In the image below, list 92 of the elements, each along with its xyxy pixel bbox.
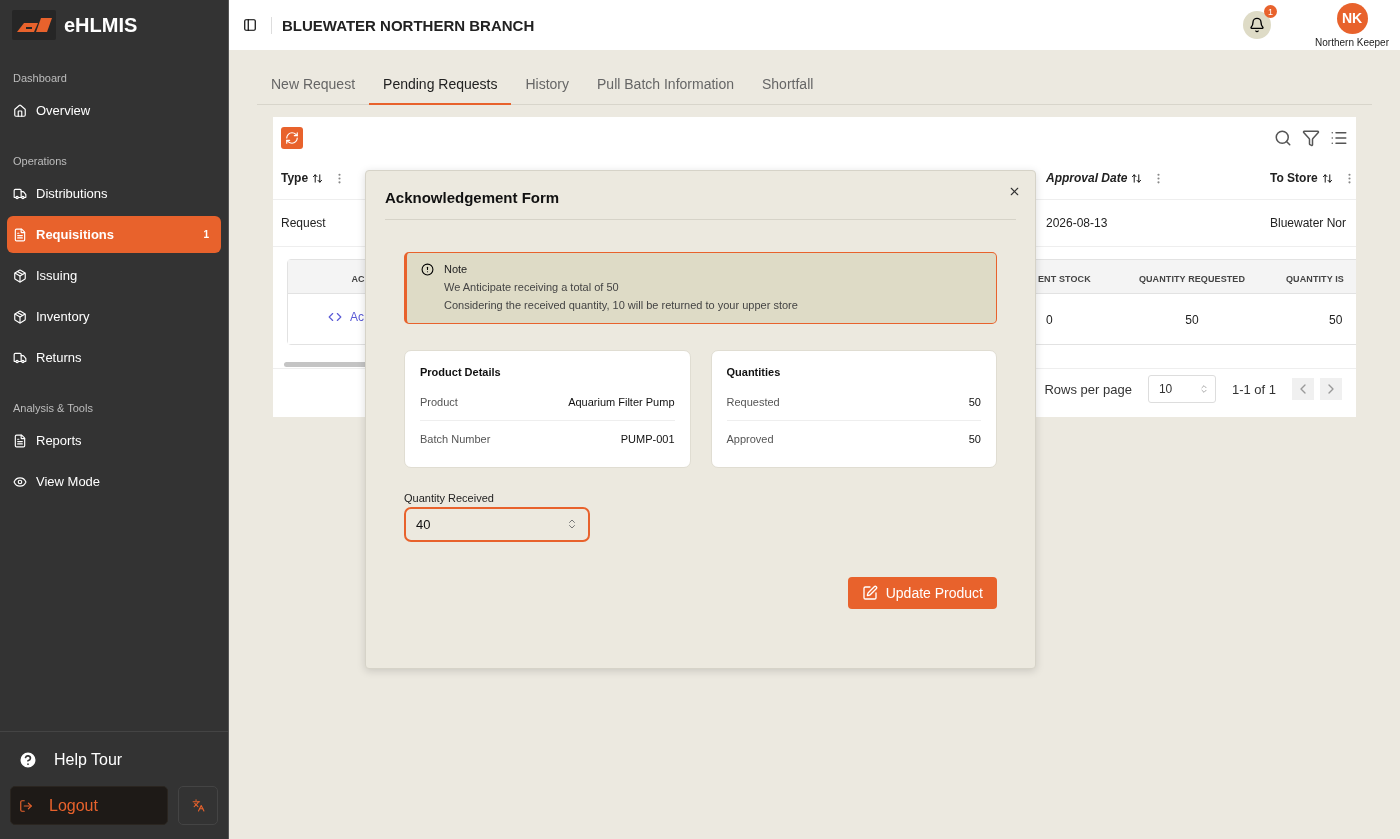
document-icon	[13, 227, 27, 242]
sidebar-item[interactable]: Issuing	[7, 257, 221, 294]
column-header: AC	[351, 273, 365, 284]
tab[interactable]: Shortfall	[748, 66, 828, 105]
note-text: We Anticipate receiving a total of 50	[444, 281, 620, 293]
table-cell: 2026-08-13	[1046, 216, 1108, 230]
truck-icon	[13, 186, 27, 201]
sidebar-toggle-icon[interactable]	[243, 18, 257, 32]
chevrons-icon	[1198, 384, 1209, 394]
column-header: ENT STOCK	[1038, 273, 1091, 284]
refresh-button[interactable]	[281, 127, 303, 149]
quantity-input[interactable]: 40	[404, 507, 590, 542]
item-label: Requisitions	[36, 227, 115, 242]
action-link[interactable]: Ac	[328, 310, 364, 324]
item-label: View Mode	[36, 474, 102, 489]
field-label: Batch Number	[420, 433, 491, 445]
notification-count: 1	[1264, 5, 1278, 18]
field-label: Product	[420, 396, 458, 408]
truck-icon	[13, 350, 27, 365]
item-label: Issuing	[36, 268, 79, 283]
section-title: Dashboard	[12, 71, 68, 86]
card-title: Quantities	[726, 366, 782, 378]
column-header: QUANTITY IS	[1286, 273, 1344, 284]
column-header[interactable]: Type	[281, 171, 309, 185]
tab[interactable]: History	[511, 66, 584, 105]
house-icon	[13, 103, 27, 118]
field-value: 50	[968, 396, 981, 408]
sidebar-item[interactable]: Returns	[7, 339, 221, 376]
table-cell: 0	[1046, 313, 1053, 327]
close-icon	[1008, 185, 1021, 198]
edit-icon	[861, 585, 878, 601]
field-value: 50	[968, 433, 981, 445]
table-cell: 50	[1185, 313, 1199, 327]
section-title: Analysis & Tools	[12, 401, 94, 416]
user-name: Northern Keeper	[1315, 36, 1389, 48]
eye-icon	[13, 474, 27, 489]
sidebar-item[interactable]: View Mode	[7, 463, 221, 500]
dialog-title: Acknowledgement Form	[385, 189, 1016, 220]
search-icon[interactable]	[1274, 129, 1292, 147]
table-cell: Request	[281, 216, 326, 230]
item-label: Returns	[36, 350, 83, 365]
sidebar-item[interactable]: Overview	[7, 92, 221, 129]
refresh-icon	[285, 131, 299, 145]
logout-icon	[19, 798, 33, 813]
sidebar-item[interactable]: Inventory	[7, 298, 221, 335]
field-label: Approved	[726, 433, 774, 445]
app-name: eHLMIS	[64, 13, 138, 37]
tab[interactable]: Pending Requests	[369, 66, 512, 105]
branch-title: BLUEWATER NORTHERN BRANCH	[271, 16, 1230, 34]
tab[interactable]: Pull Batch Information	[583, 66, 748, 105]
columns-icon[interactable]	[1330, 129, 1348, 147]
item-label: Inventory	[36, 309, 91, 324]
rows-per-page-label: Rows per page	[1044, 381, 1132, 397]
note-title: Note	[444, 263, 469, 275]
field-value: Aquarium Filter Pump	[568, 396, 675, 408]
sort-icon[interactable]	[312, 172, 324, 184]
item-label: Distributions	[36, 186, 109, 201]
item-count: 1	[203, 229, 210, 240]
info-icon	[421, 263, 434, 276]
sort-icon[interactable]	[1131, 172, 1143, 184]
table-cell: 50	[1329, 313, 1343, 327]
field-label: Quantity Received	[404, 492, 495, 504]
bell-icon	[1249, 17, 1266, 33]
column-header[interactable]: To Store	[1270, 171, 1318, 185]
box-icon	[13, 268, 27, 283]
stepper-icon[interactable]	[566, 518, 578, 530]
column-header: QUANTITY REQUESTED	[1138, 273, 1246, 284]
logo-icon	[12, 10, 56, 40]
translate-icon	[191, 799, 205, 812]
field-label: Requested	[726, 396, 780, 408]
field-value: PUMP-001	[620, 433, 675, 445]
logout-button[interactable]: Logout	[10, 786, 168, 825]
help-icon	[18, 750, 38, 770]
filter-icon[interactable]	[1302, 129, 1320, 147]
item-label: Overview	[36, 103, 92, 118]
sort-icon[interactable]	[1321, 172, 1333, 184]
page-range: 1-1 of 1	[1231, 381, 1276, 397]
document-icon	[13, 433, 27, 448]
section-title: Operations	[12, 154, 68, 169]
tab[interactable]: New Request	[257, 66, 370, 105]
notification-button[interactable]	[1243, 11, 1272, 39]
help-tour-link[interactable]: Help Tour	[10, 746, 218, 774]
card-title: Product Details	[420, 366, 502, 378]
note-text: Considering the received quantity, 10 will be returned to your upper store	[444, 299, 798, 311]
sidebar-item[interactable]: Reports	[7, 422, 221, 459]
item-label: Reports	[36, 433, 83, 448]
sidebar-item[interactable]: Distributions	[7, 175, 221, 212]
code-icon	[328, 310, 342, 324]
box-icon	[13, 309, 27, 324]
column-header[interactable]: Approval Date	[1046, 171, 1128, 185]
table-cell: Bluewater Nor	[1270, 216, 1347, 230]
rows-per-page-select[interactable]: 10	[1147, 375, 1216, 403]
